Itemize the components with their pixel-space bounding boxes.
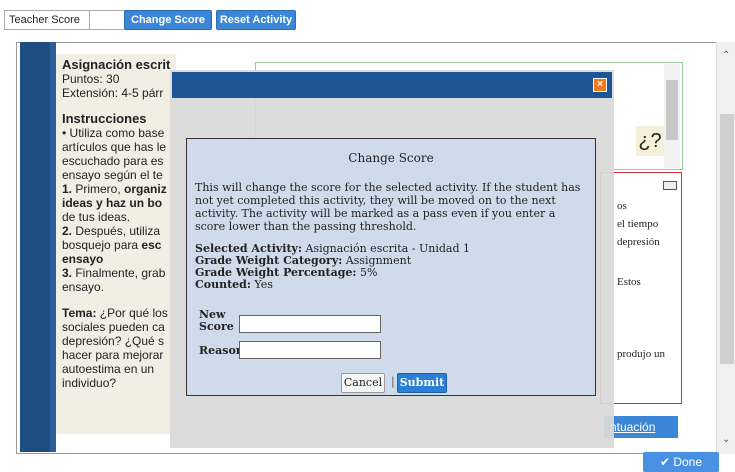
reset-activity-button[interactable]: Reset Activity	[216, 10, 296, 30]
change-score-dialog: Change Score This will change the score …	[186, 138, 596, 396]
page-scrollbar[interactable]: ⌃ ⌄	[716, 42, 735, 454]
reason-input[interactable]	[239, 341, 381, 359]
tema-line: depresión? ¿Qué s	[62, 334, 165, 348]
step-3-text: Finalmente, grab	[72, 266, 166, 280]
teacher-score-field: Teacher Score	[4, 10, 127, 30]
instruction-line: escuchado para es	[62, 154, 164, 168]
step-3-end: ensayo.	[62, 280, 105, 294]
tema-line: Tema: ¿Por qué los	[62, 306, 176, 320]
step-3-number: 3.	[62, 266, 73, 280]
writing-line: produjo un	[617, 348, 665, 360]
activity-info: Selected Activity: Asignación escrita - …	[195, 243, 587, 291]
top-toolbar: Teacher Score Change Score Reset Activit…	[0, 0, 735, 36]
keyboard-icon[interactable]	[663, 181, 677, 190]
step-2-bold: esc	[141, 238, 162, 252]
step-2-cont: bosquejo para esc	[62, 238, 176, 252]
new-score-input[interactable]	[239, 315, 381, 333]
dialog-message: This will change the score for the selec…	[195, 181, 581, 233]
cancel-button[interactable]: Cancel	[341, 373, 385, 393]
step-1-number: 1.	[62, 182, 73, 196]
step-2-end: ensayo	[62, 252, 104, 266]
step-3-line: 3. Finalmente, grab	[62, 266, 176, 280]
page-scroll-thumb[interactable]	[720, 114, 734, 364]
assignment-extension: Extensión: 4-5 párr	[62, 86, 164, 100]
puntuacion-link[interactable]: ntuación	[604, 416, 678, 438]
step-2-cont-text: bosquejo para	[62, 238, 142, 252]
scroll-thumb[interactable]	[666, 80, 678, 140]
reading-panel-scrollbar[interactable]	[664, 64, 680, 168]
assignment-points: Puntos: 30	[62, 72, 120, 86]
writing-line: os	[617, 200, 627, 212]
step-2-number: 2.	[62, 224, 73, 238]
change-score-button[interactable]: Change Score	[124, 10, 212, 30]
submit-button[interactable]: Submit	[397, 373, 447, 393]
instruction-line: ensayo según el te	[62, 168, 163, 182]
counted-label: Counted:	[195, 278, 251, 291]
scroll-down-icon[interactable]: ⌄	[722, 434, 730, 445]
counted-value: Yes	[250, 278, 273, 291]
tema-label: Tema:	[62, 306, 97, 320]
writing-line: el tiempo	[617, 218, 659, 230]
instructions-heading: Instrucciones	[62, 111, 147, 126]
assignment-title: Asignación escrit	[62, 57, 171, 72]
writing-line: Estos	[617, 276, 641, 288]
assignment-panel: Asignación escrit Puntos: 30 Extensión: …	[56, 54, 176, 434]
dialog-title: Change Score	[348, 151, 434, 165]
button-separator: |	[391, 375, 395, 388]
teacher-score-label: Teacher Score	[9, 14, 80, 26]
instruction-line: artículos que has le	[62, 140, 167, 154]
question-icon[interactable]: ¿?	[636, 126, 664, 156]
step-1-text: Primero,	[72, 182, 125, 196]
writing-line: depresión	[617, 236, 660, 248]
teacher-score-input[interactable]	[89, 10, 127, 30]
scroll-up-icon[interactable]: ⌃	[722, 50, 730, 61]
done-button[interactable]: ✔ Done	[643, 452, 719, 472]
step-1-line: 1. Primero, organiz	[62, 182, 176, 196]
step-1-end: de tus ideas.	[62, 210, 131, 224]
modal-header	[172, 72, 612, 98]
grade-weight-percentage-value: 5%	[356, 266, 378, 279]
step-2-line: 2. Después, utiliza	[62, 224, 176, 238]
tema-line: autoestima en un	[62, 362, 155, 376]
step-1-cont: ideas y haz un bo	[62, 196, 163, 210]
instruction-line: • Utiliza como base	[62, 126, 165, 140]
tema-line: individuo?	[62, 376, 117, 390]
close-icon[interactable]: ×	[593, 78, 607, 92]
writing-text: os el tiempo depresión Estos produjo un	[617, 197, 665, 363]
tema-line: sociales pueden ca	[62, 320, 165, 334]
tema-line: hacer para mejorar	[62, 348, 164, 362]
tema-text: ¿Por qué los	[96, 306, 168, 320]
step-1-bold: organiz	[124, 182, 167, 196]
step-2-text: Después, utiliza	[72, 224, 161, 238]
left-decorative-band-dark	[20, 42, 50, 452]
